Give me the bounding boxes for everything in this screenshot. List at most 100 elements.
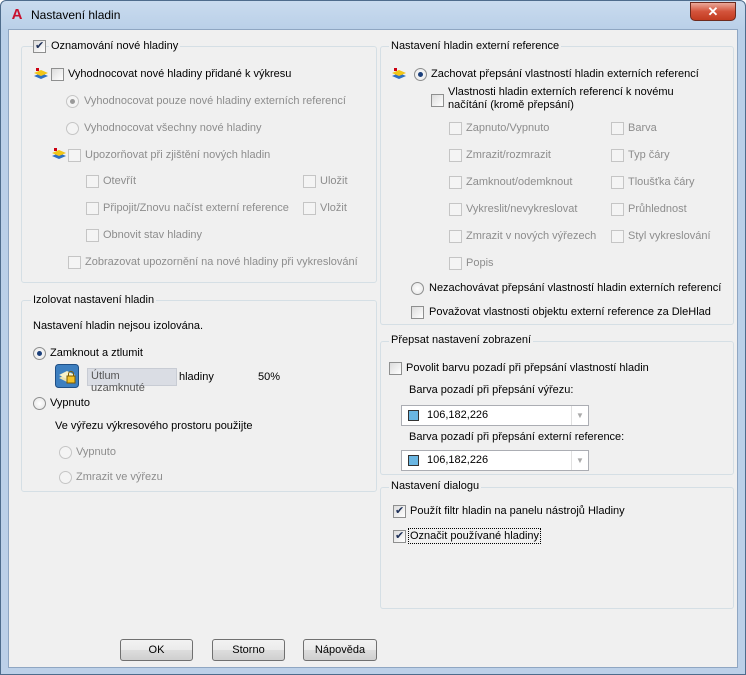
color-swatch xyxy=(408,455,419,466)
xref-bg-color-select[interactable]: 106,182,226 ▼ xyxy=(401,450,589,471)
transparency-label: Průhlednost xyxy=(628,203,687,215)
open-label: Otevřít xyxy=(103,175,137,187)
plot-label: Vykreslit/nevykreslovat xyxy=(466,203,578,215)
notify-new-layers-label: Upozorňovat při zjištění nových hladin xyxy=(85,149,271,161)
vp-bg-value: 106,182,226 xyxy=(427,409,489,421)
attach-reload-label: Připojit/Znovu načíst externí reference xyxy=(103,202,289,214)
plot-style-label: Styl vykreslování xyxy=(628,230,711,242)
layer-filter-label: Použít filtr hladin na panelu nástrojů H… xyxy=(410,505,625,517)
freeze-label: Zmrazit/rozmrazit xyxy=(466,149,551,161)
eval-xref-only-label: Vyhodnocovat pouze nové hladiny externíc… xyxy=(84,95,346,107)
fade-value: 50% xyxy=(258,371,281,383)
layer-notify-icon xyxy=(392,68,406,79)
description-label: Popis xyxy=(466,257,494,269)
on-off-label: Zapnuto/Vypnuto xyxy=(466,122,550,134)
new-vp-freeze-label: Zmrazit v nových výřezech xyxy=(466,230,597,242)
lineweight-checkbox[interactable] xyxy=(611,176,624,189)
new-vp-freeze-checkbox[interactable] xyxy=(449,230,462,243)
save-checkbox[interactable] xyxy=(303,175,316,188)
vp-freeze-label: Zmrazit ve výřezu xyxy=(76,471,163,483)
treat-bylayer-label: Považovat vlastnosti objektu externí ref… xyxy=(429,306,711,318)
evaluate-new-layers-label: Vyhodnocovat nové hladiny přidané k výkr… xyxy=(68,68,292,80)
chevron-down-icon[interactable]: ▼ xyxy=(571,406,588,425)
vp-off-radio[interactable] xyxy=(59,446,72,459)
lock-fade-icon[interactable] xyxy=(55,364,79,388)
description-checkbox[interactable] xyxy=(449,257,462,270)
dialog-window: A Nastavení hladin ✕ Oznamování nové hla… xyxy=(0,0,746,675)
isolate-title: Izolovat nastavení hladin xyxy=(31,294,157,307)
window-title: Nastavení hladin xyxy=(31,8,121,22)
dialog-client: Oznamování nové hladiny Vyhodnocovat nov… xyxy=(8,29,738,668)
display-warning-checkbox[interactable] xyxy=(68,256,81,269)
layer-notify-icon xyxy=(34,68,48,79)
viewport-label: Ve výřezu výkresového prostoru použijte xyxy=(55,420,253,432)
lock-fade-label: Zamknout a ztlumit xyxy=(50,347,143,359)
fade-suffix-label: hladiny xyxy=(179,371,214,383)
display-warning-label: Zobrazovat upozornění na nové hladiny př… xyxy=(85,256,358,268)
autocad-a-icon: A xyxy=(11,6,23,23)
dialog-settings-title: Nastavení dialogu xyxy=(389,480,482,493)
transparency-checkbox[interactable] xyxy=(611,203,624,216)
restore-state-label: Obnovit stav hladiny xyxy=(103,229,203,241)
eval-xref-only-radio[interactable] xyxy=(66,95,79,108)
close-icon[interactable]: ✕ xyxy=(690,2,736,21)
reload-props-checkbox[interactable] xyxy=(431,94,444,107)
evaluate-new-layers-checkbox[interactable] xyxy=(51,68,64,81)
reload-props-label-line2: načítání (kromě přepsání) xyxy=(448,99,574,111)
new-layer-notification-checkbox[interactable] xyxy=(33,39,46,53)
xref-title: Nastavení hladin externí reference xyxy=(389,40,562,53)
plot-checkbox[interactable] xyxy=(449,203,462,216)
layer-notify-icon xyxy=(52,148,66,159)
color-label: Barva xyxy=(628,122,657,134)
insert-label: Vložit xyxy=(320,202,347,214)
plot-style-checkbox[interactable] xyxy=(611,230,624,243)
isolate-off-radio[interactable] xyxy=(33,397,46,410)
open-checkbox[interactable] xyxy=(86,175,99,188)
reload-props-label-line1: Vlastnosti hladin externích referencí k … xyxy=(448,86,674,98)
retain-overrides-label: Zachovat přepsání vlastností hladin exte… xyxy=(431,68,699,80)
ok-button[interactable]: OK xyxy=(120,639,193,661)
new-layer-notification-title: Oznamování nové hladiny xyxy=(49,40,181,53)
vp-off-label: Vypnuto xyxy=(76,446,116,458)
treat-bylayer-checkbox[interactable] xyxy=(411,306,424,319)
isolate-off-label: Vypnuto xyxy=(50,397,90,409)
color-checkbox[interactable] xyxy=(611,122,624,135)
chevron-down-icon[interactable]: ▼ xyxy=(571,451,588,470)
eval-all-label: Vyhodnocovat všechny nové hladiny xyxy=(84,122,262,134)
dont-retain-label: Nezachovávat přepsání vlastností hladin … xyxy=(429,282,722,294)
insert-checkbox[interactable] xyxy=(303,202,316,215)
save-label: Uložit xyxy=(320,175,348,187)
layer-filter-checkbox[interactable] xyxy=(393,504,406,518)
notify-new-layers-checkbox[interactable] xyxy=(68,149,81,162)
mark-used-label: Označit používané hladiny xyxy=(407,528,542,544)
linetype-label: Typ čáry xyxy=(628,149,670,161)
lineweight-label: Tloušťka čáry xyxy=(628,176,695,188)
lock-checkbox[interactable] xyxy=(449,176,462,189)
color-swatch xyxy=(408,410,419,421)
lock-fade-radio[interactable] xyxy=(33,347,46,360)
vp-bg-color-select[interactable]: 106,182,226 ▼ xyxy=(401,405,589,426)
new-layer-notification-group xyxy=(21,46,377,283)
lock-label: Zamknout/odemknout xyxy=(466,176,573,188)
mark-used-checkbox[interactable] xyxy=(393,529,406,543)
xref-bg-value: 106,182,226 xyxy=(427,454,489,466)
on-off-checkbox[interactable] xyxy=(449,122,462,135)
eval-all-radio[interactable] xyxy=(66,122,79,135)
vp-bg-label: Barva pozadí při přepsání výřezu: xyxy=(409,384,574,396)
cancel-button[interactable]: Storno xyxy=(212,639,285,661)
linetype-checkbox[interactable] xyxy=(611,149,624,162)
freeze-checkbox[interactable] xyxy=(449,149,462,162)
attach-reload-checkbox[interactable] xyxy=(86,202,99,215)
isolate-status: Nastavení hladin nejsou izolována. xyxy=(33,320,204,332)
bg-color-label: Povolit barvu pozadí při přepsání vlastn… xyxy=(406,362,649,374)
retain-overrides-radio[interactable] xyxy=(414,68,427,81)
help-button[interactable]: Nápověda xyxy=(303,639,377,661)
display-override-title: Přepsat nastavení zobrazení xyxy=(389,334,534,347)
xref-bg-label: Barva pozadí při přepsání externí refere… xyxy=(409,431,625,443)
fade-slider-field[interactable]: Útlum uzamknuté xyxy=(87,368,177,394)
title-bar[interactable]: A Nastavení hladin ✕ xyxy=(1,1,745,29)
restore-state-checkbox[interactable] xyxy=(86,229,99,242)
bg-color-checkbox[interactable] xyxy=(389,362,402,375)
dont-retain-radio[interactable] xyxy=(411,282,424,295)
vp-freeze-radio[interactable] xyxy=(59,471,72,484)
